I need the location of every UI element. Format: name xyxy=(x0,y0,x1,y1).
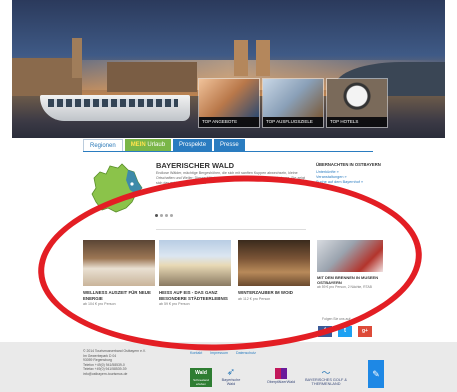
ship-windows xyxy=(48,99,178,107)
wald-logo[interactable]: Wald Schneeland erleben xyxy=(190,368,212,387)
thumb-image xyxy=(199,79,259,117)
footer-link-kontakt[interactable]: Kontakt xyxy=(190,351,202,355)
footer-link-impressum[interactable]: Impressum xyxy=(210,351,228,355)
tab-presse[interactable]: Presse xyxy=(214,139,245,151)
tab-regionen[interactable]: Regionen xyxy=(83,139,123,151)
partner-badge-icon[interactable]: ✎ xyxy=(368,360,384,388)
address-line: © 2014 Tourismusverband Ostbayern e.V. xyxy=(83,349,146,353)
golf-thermenland-logo[interactable]: 〜 BAYERISCHES GOLF & THERMENLAND xyxy=(304,368,348,386)
cathedral-tower-right xyxy=(256,40,270,76)
tab-underline xyxy=(83,151,373,152)
thumb-top-ausflugsziele[interactable]: TOP AUSFLUGSZIELE xyxy=(262,78,324,128)
tab-label: Urlaub xyxy=(145,142,166,148)
google-plus-icon[interactable]: g+ xyxy=(358,326,372,337)
swoosh-icon: 〜 xyxy=(321,368,331,378)
hero-thumbnails: TOP ANGEBOTE TOP AUSFLUGSZIELE TOP HOTEL… xyxy=(198,78,388,128)
thumb-top-angebote[interactable]: TOP ANGEBOTE xyxy=(198,78,260,128)
address-email-link[interactable]: info@ostbayern-tourismus.de xyxy=(83,372,146,377)
map-marker-icon xyxy=(130,182,134,186)
thumb-caption: TOP AUSFLUGSZIELE xyxy=(263,117,323,127)
tab-label: Prospekte xyxy=(179,142,207,148)
tab-label: Presse xyxy=(220,142,239,148)
logo-label: Bayerische Wald xyxy=(221,378,241,386)
wald-logo-sub: Schneeland erleben xyxy=(193,378,209,386)
tab-prospekte[interactable]: Prospekte xyxy=(173,139,213,151)
church-tower xyxy=(72,38,82,78)
bayerischer-wald-logo[interactable]: ➶ Bayerische Wald xyxy=(218,367,244,387)
sidebar-title: ÜBERNACHTEN IN OSTBAYERN xyxy=(316,162,381,167)
bird-icon: ➶ xyxy=(226,367,236,378)
thumb-caption: TOP HOTELS xyxy=(327,117,387,127)
thumb-top-hotels[interactable]: TOP HOTELS xyxy=(326,78,388,128)
tab-label-prefix: MEIN xyxy=(130,142,146,148)
wald-logo-name: Wald xyxy=(195,370,207,376)
logo-label: OberpfälzerWald xyxy=(266,380,296,384)
logo-label: BAYERISCHES GOLF & THERMENLAND xyxy=(305,378,347,386)
cathedral-tower-left xyxy=(234,40,248,76)
thumb-image xyxy=(263,79,323,117)
main-tabs: Regionen MEIN Urlaub Prospekte Presse xyxy=(83,139,245,151)
region-title: BAYERISCHER WALD xyxy=(156,161,235,170)
tab-mein-urlaub[interactable]: MEIN Urlaub xyxy=(124,139,172,151)
riverfront-buildings xyxy=(107,62,197,92)
crest-icon xyxy=(275,368,287,379)
tab-label: Regionen xyxy=(90,143,116,149)
thumb-caption: TOP ANGEBOTE xyxy=(199,117,259,127)
footer-links: Kontakt Impressum Datenschutz xyxy=(190,351,256,355)
footer-address: © 2014 Tourismusverband Ostbayern e.V. I… xyxy=(83,349,146,376)
thumb-image xyxy=(327,79,387,117)
oberpfaelzer-wald-logo[interactable]: OberpfälzerWald xyxy=(262,368,300,384)
footer-link-datenschutz[interactable]: Datenschutz xyxy=(236,351,256,355)
